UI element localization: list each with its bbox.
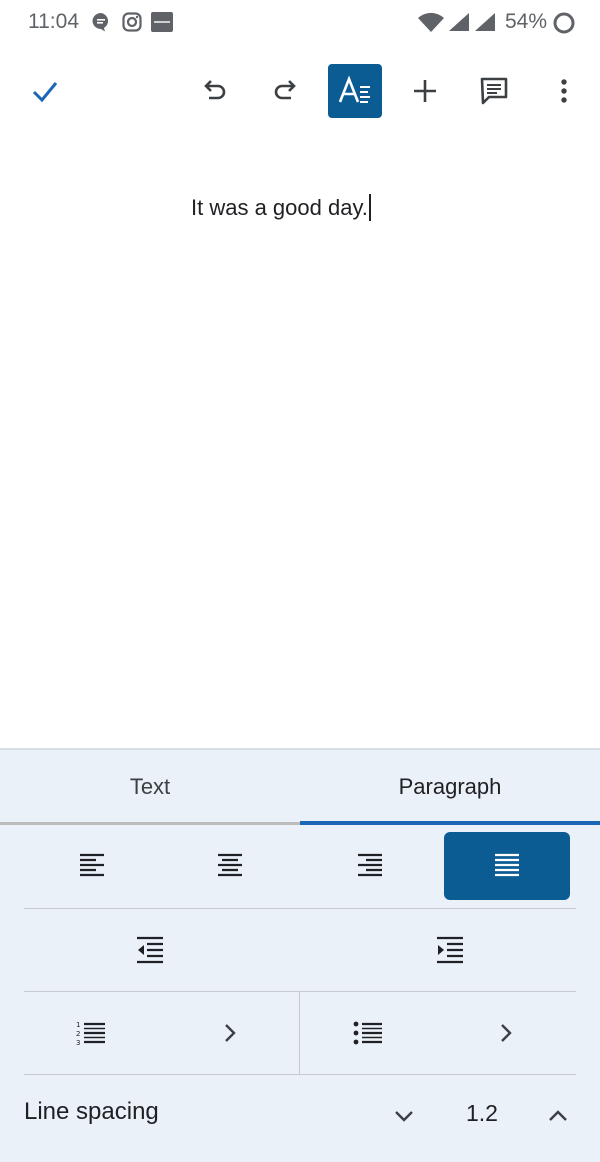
status-bar: 11:04 54% <box>0 0 600 46</box>
text-cursor <box>368 194 371 221</box>
tab-text[interactable]: Text <box>0 750 300 824</box>
comment-button[interactable] <box>471 64 517 118</box>
wifi-icon <box>418 12 444 32</box>
bulleted-list-button[interactable] <box>301 992 576 1074</box>
divider <box>24 908 576 909</box>
document-body[interactable]: It was a good day. <box>0 130 600 748</box>
numbered-list-button[interactable]: 1 2 3 <box>24 992 300 1074</box>
chevron-right-icon <box>501 1024 512 1042</box>
check-icon <box>32 82 58 103</box>
text-format-icon <box>338 76 370 103</box>
svg-text:3: 3 <box>76 1039 80 1046</box>
document-paragraph[interactable]: It was a good day. <box>191 194 371 221</box>
svg-text:1: 1 <box>76 1021 80 1029</box>
divider <box>299 992 300 1074</box>
tab-indicator-inactive <box>0 822 300 825</box>
line-spacing-label: Line spacing <box>24 1098 159 1125</box>
align-left-icon <box>80 853 104 877</box>
undo-button[interactable] <box>192 64 238 118</box>
status-time: 11:04 <box>28 10 79 33</box>
line-spacing-decrease-button[interactable] <box>384 1096 424 1136</box>
align-right-button[interactable] <box>302 832 438 900</box>
divider <box>24 1074 576 1075</box>
comment-icon <box>480 77 508 105</box>
chevron-right-icon <box>225 1024 236 1042</box>
tab-indicator-active <box>300 821 600 825</box>
decrease-indent-icon <box>137 936 163 964</box>
format-panel: Text Paragraph 1 2 3 Line spacing 1.2 <box>0 748 600 1162</box>
text-format-button[interactable] <box>328 64 382 118</box>
redo-icon <box>274 80 296 100</box>
battery-icon <box>553 12 575 34</box>
svg-text:2: 2 <box>76 1030 80 1038</box>
align-center-icon <box>218 853 242 877</box>
align-left-button[interactable] <box>24 832 160 900</box>
battery-percent: 54% <box>505 10 548 33</box>
align-justify-icon <box>495 853 519 877</box>
chevron-up-icon <box>549 1110 567 1121</box>
signal-icon-2 <box>475 13 495 31</box>
align-right-icon <box>358 853 382 877</box>
decrease-indent-button[interactable] <box>24 910 276 990</box>
bulleted-list-icon <box>353 1021 382 1045</box>
chat-notification-icon <box>92 13 109 32</box>
signal-icon <box>449 13 469 31</box>
increase-indent-button[interactable] <box>324 910 576 990</box>
more-vert-icon <box>561 79 567 103</box>
more-options-button[interactable] <box>542 64 586 118</box>
news-app-icon <box>151 12 173 32</box>
increase-indent-icon <box>437 936 463 964</box>
numbered-list-icon: 1 2 3 <box>76 1021 105 1046</box>
undo-icon <box>204 80 226 100</box>
redo-button[interactable] <box>262 64 308 118</box>
line-spacing-increase-button[interactable] <box>538 1096 578 1136</box>
instagram-icon <box>122 12 142 32</box>
editor-toolbar <box>0 60 600 122</box>
tab-paragraph[interactable]: Paragraph <box>300 750 600 824</box>
align-justify-button[interactable] <box>444 832 570 900</box>
add-icon <box>414 80 436 102</box>
align-center-button[interactable] <box>162 832 298 900</box>
paragraph-text: It was a good day. <box>191 195 368 220</box>
line-spacing-value: 1.2 <box>466 1100 498 1126</box>
insert-button[interactable] <box>402 64 448 118</box>
chevron-down-icon <box>395 1111 413 1122</box>
done-button[interactable] <box>22 64 68 118</box>
